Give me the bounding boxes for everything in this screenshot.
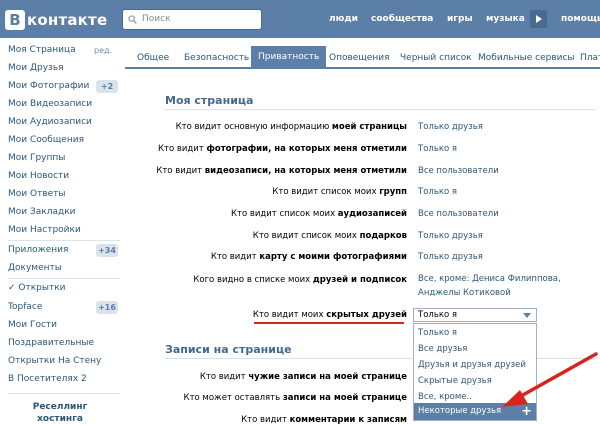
section-title-my-page: Моя страница <box>165 94 254 107</box>
hidden-friends-select[interactable]: Только я <box>413 308 537 322</box>
sidebar-item-audio[interactable]: Мои Аудиозаписи <box>8 117 92 127</box>
sidebar-item-documents[interactable]: Документы <box>8 263 62 273</box>
tab-general[interactable]: Общее <box>137 53 169 63</box>
sidebar-item-messages[interactable]: Мои Сообщения <box>8 135 84 145</box>
sidebar-topface-badge[interactable]: +16 <box>96 301 118 314</box>
sidebar-item-photos[interactable]: Мои Фотографии <box>8 81 89 91</box>
vk-logo[interactable]: В контакте <box>5 9 117 31</box>
search-input[interactable]: Поиск <box>122 9 262 30</box>
privacy-question: Кто видит список моих подарков <box>252 231 407 241</box>
play-icon <box>536 15 542 23</box>
plus-icon: + <box>521 404 532 419</box>
sidebar-item-visitors[interactable]: В Посетителях 2 <box>8 374 87 384</box>
sidebar-item-videos[interactable]: Мои Видеозаписи <box>8 99 92 109</box>
left-sidebar: Моя Страница ред. Мои Друзья Мои Фотогра… <box>0 38 122 425</box>
privacy-answer-link[interactable]: Все пользователи <box>418 166 499 176</box>
chevron-down-icon <box>523 313 531 318</box>
privacy-answer-link[interactable]: Только я <box>418 187 457 197</box>
nav-games-link[interactable]: игры <box>447 14 473 24</box>
privacy-question: Кто видит видеозаписи, на которых меня о… <box>156 166 407 176</box>
dropdown-options-list: Только я Все друзья Друзья и друзья друз… <box>413 323 537 421</box>
privacy-question: Кто видит основную информацию моей стран… <box>175 122 407 132</box>
privacy-question: Кого видно в списке моих друзей и подпис… <box>193 275 407 285</box>
sidebar-item-bookmarks[interactable]: Мои Закладки <box>8 207 75 217</box>
nav-people-link[interactable]: люди <box>329 14 358 24</box>
sidebar-promo-line1[interactable]: Реселлинг <box>8 402 112 412</box>
red-underline-annotation <box>254 322 404 324</box>
sidebar-item-my-page[interactable]: Моя Страница <box>8 45 76 55</box>
privacy-question: Кто видит список моих аудиозаписей <box>230 209 407 219</box>
sidebar-photos-badge[interactable]: +2 <box>96 80 118 93</box>
sidebar-item-groups[interactable]: Мои Группы <box>8 153 65 163</box>
tab-privacy[interactable]: Приватность <box>251 46 327 67</box>
sidebar-edit-link[interactable]: ред. <box>94 46 112 55</box>
top-header-bar: В контакте Поиск люди сообщества игры му… <box>0 0 600 38</box>
sidebar-item-friends[interactable]: Мои Друзья <box>8 63 64 73</box>
sidebar-item-answers[interactable]: Мои Ответы <box>8 189 66 199</box>
sidebar-item-wall-postcards[interactable]: Открытки На Стену <box>8 356 101 366</box>
sidebar-item-settings[interactable]: Мои Настройки <box>8 225 81 235</box>
nav-communities-link[interactable]: сообщества <box>371 14 433 24</box>
sidebar-apps-badge[interactable]: +34 <box>96 244 118 257</box>
sidebar-promo-line2[interactable]: хостинга <box>8 414 112 424</box>
dropdown-option[interactable]: Только я <box>418 328 457 338</box>
privacy-answer-link[interactable]: Все пользователи <box>418 209 499 219</box>
privacy-answer-link[interactable]: Только друзья <box>418 122 483 132</box>
tab-security[interactable]: Безопасность <box>184 53 249 63</box>
dropdown-option-highlighted[interactable]: Некоторые друзья + <box>414 403 536 420</box>
sidebar-divider <box>8 240 120 241</box>
dropdown-option-label: Некоторые друзья <box>418 406 502 416</box>
music-play-button[interactable] <box>530 10 547 28</box>
select-value: Только я <box>418 310 457 320</box>
tab-blacklist[interactable]: Черный список <box>400 53 472 63</box>
dropdown-option[interactable]: Друзья и друзья друзей <box>418 360 526 370</box>
wall-privacy-question: Кто видит комментарии к записям <box>241 415 407 425</box>
privacy-answer-link[interactable]: Все, кроме: Дениса Филиппова, Анджелы Ко… <box>418 272 600 300</box>
sidebar-item-topface[interactable]: Topface <box>8 302 42 312</box>
tab-payments[interactable]: Плат <box>580 53 600 63</box>
sidebar-divider <box>8 393 120 394</box>
privacy-answer-link[interactable]: Только друзья <box>418 231 483 241</box>
privacy-question: Кто видит список моих групп <box>272 187 407 197</box>
sidebar-item-greetings[interactable]: Поздравительные <box>8 338 94 348</box>
dropdown-option[interactable]: Все друзья <box>418 344 467 354</box>
vk-logo-mark: В <box>5 10 25 30</box>
privacy-question: Кто видит фотографии, на которых меня от… <box>157 144 407 154</box>
sidebar-item-apps[interactable]: Приложения <box>8 245 68 255</box>
vk-settings-page: В контакте Поиск люди сообщества игры му… <box>0 0 600 425</box>
tab-notifications[interactable]: Оповещения <box>329 53 389 63</box>
dropdown-option[interactable]: Скрытые друзья <box>418 376 492 386</box>
vk-logo-text: контакте <box>27 11 108 29</box>
wall-privacy-question: Кто видит чужие записи на моей странице <box>199 372 407 382</box>
section-divider <box>165 109 595 110</box>
sidebar-item-news[interactable]: Мои Новости <box>8 171 69 181</box>
search-placeholder: Поиск <box>142 14 171 24</box>
privacy-question: Кто видит карту с моими фотографиями <box>210 252 407 262</box>
privacy-answer-link[interactable]: Только я <box>418 144 457 154</box>
sidebar-item-postcards[interactable]: ✓ Открытки <box>8 283 66 293</box>
sidebar-item-guests[interactable]: Мои Гости <box>8 320 57 330</box>
privacy-answer-link[interactable]: Только друзья <box>418 252 483 262</box>
settings-tabs: Общее Безопасность Приватность Оповещени… <box>125 46 600 69</box>
tab-mobile-services[interactable]: Мобильные сервисы <box>478 53 575 63</box>
nav-music-link[interactable]: музыка <box>486 14 525 24</box>
section-title-wall: Записи на странице <box>165 343 292 356</box>
sidebar-divider <box>8 278 120 279</box>
privacy-question-hidden-friends: Кто видит моих скрытых друзей <box>252 310 407 320</box>
settings-content: Общее Безопасность Приватность Оповещени… <box>125 38 600 425</box>
search-icon <box>128 15 137 24</box>
dropdown-option[interactable]: Все, кроме.. <box>418 392 472 402</box>
wall-privacy-question: Кто может оставлять записи на моей стран… <box>183 393 407 403</box>
nav-help-link[interactable]: помощь <box>561 14 600 24</box>
